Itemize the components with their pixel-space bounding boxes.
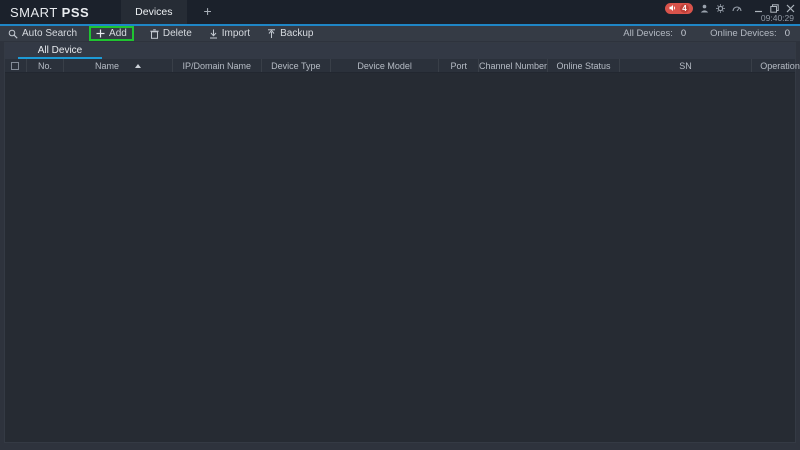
all-devices-stat: All Devices: 0 [623, 28, 686, 39]
import-icon [209, 29, 218, 39]
plus-icon [96, 29, 105, 38]
select-all-cell [5, 59, 27, 72]
device-table-header: No. Name IP/Domain Name Device Type Devi… [5, 59, 800, 73]
column-header-port[interactable]: Port [439, 59, 479, 72]
device-toolbar: Auto Search Add Delete Import Backup All… [0, 26, 800, 41]
import-button[interactable]: Import [209, 28, 250, 39]
settings-gear-icon[interactable] [716, 3, 725, 13]
clock: 09:40:29 [760, 13, 794, 23]
all-devices-count: 0 [680, 28, 687, 39]
user-icon[interactable] [700, 4, 709, 13]
auto-search-button[interactable]: Auto Search [8, 28, 77, 39]
alarm-badge[interactable]: 4 [665, 2, 693, 14]
online-devices-count: 0 [784, 28, 790, 39]
logo-pss: PSS [61, 4, 90, 20]
new-tab-button[interactable]: + [199, 0, 217, 24]
select-all-checkbox[interactable] [11, 61, 20, 70]
performance-gauge-icon[interactable] [732, 4, 742, 13]
column-header-no[interactable]: No. [27, 59, 65, 72]
column-header-name[interactable]: Name [64, 59, 173, 72]
sort-ascending-icon[interactable] [135, 63, 142, 68]
column-header-operation[interactable]: Operation [752, 59, 800, 72]
trash-icon [150, 28, 159, 39]
online-devices-label: Online Devices: [710, 28, 777, 39]
column-header-channel-number[interactable]: Channel Number [479, 59, 549, 72]
restore-icon[interactable] [770, 3, 779, 13]
alarm-speaker-icon [669, 4, 677, 12]
online-devices-stat: Online Devices: 0 [710, 28, 790, 39]
auto-search-label: Auto Search [22, 28, 78, 39]
device-stats: All Devices: 0 Online Devices: 0 [623, 28, 792, 39]
alarm-count: 4 [680, 3, 689, 13]
delete-label: Delete [162, 28, 192, 39]
app-logo: SMART PSS [10, 5, 89, 20]
backup-icon [267, 28, 276, 39]
add-label: Add [109, 28, 127, 39]
backup-button[interactable]: Backup [267, 28, 313, 39]
tab-all-device[interactable]: All Device [18, 44, 102, 59]
delete-button[interactable]: Delete [150, 28, 192, 39]
close-icon[interactable] [786, 4, 795, 13]
titlebar: SMART PSS Devices + 4 09:40:29 [0, 0, 800, 24]
all-devices-label: All Devices: [623, 28, 673, 39]
minimize-icon[interactable] [754, 4, 763, 13]
column-header-device-type[interactable]: Device Type [262, 59, 331, 72]
window-controls [754, 3, 795, 13]
column-header-sn[interactable]: SN [620, 59, 753, 72]
tab-devices[interactable]: Devices [121, 0, 187, 24]
search-icon [8, 29, 18, 39]
backup-label: Backup [280, 28, 314, 39]
column-header-online-status[interactable]: Online Status [548, 59, 620, 72]
device-table-body [5, 73, 795, 442]
panel-tabstrip: All Device [5, 43, 795, 59]
device-panel: All Device No. Name IP/Domain Name Devic… [4, 42, 800, 443]
import-label: Import [221, 28, 251, 39]
column-header-ip-domain[interactable]: IP/Domain Name [173, 59, 262, 72]
add-button[interactable]: Add [89, 26, 134, 41]
column-header-device-model[interactable]: Device Model [331, 59, 440, 72]
logo-smart: SMART [10, 4, 58, 20]
